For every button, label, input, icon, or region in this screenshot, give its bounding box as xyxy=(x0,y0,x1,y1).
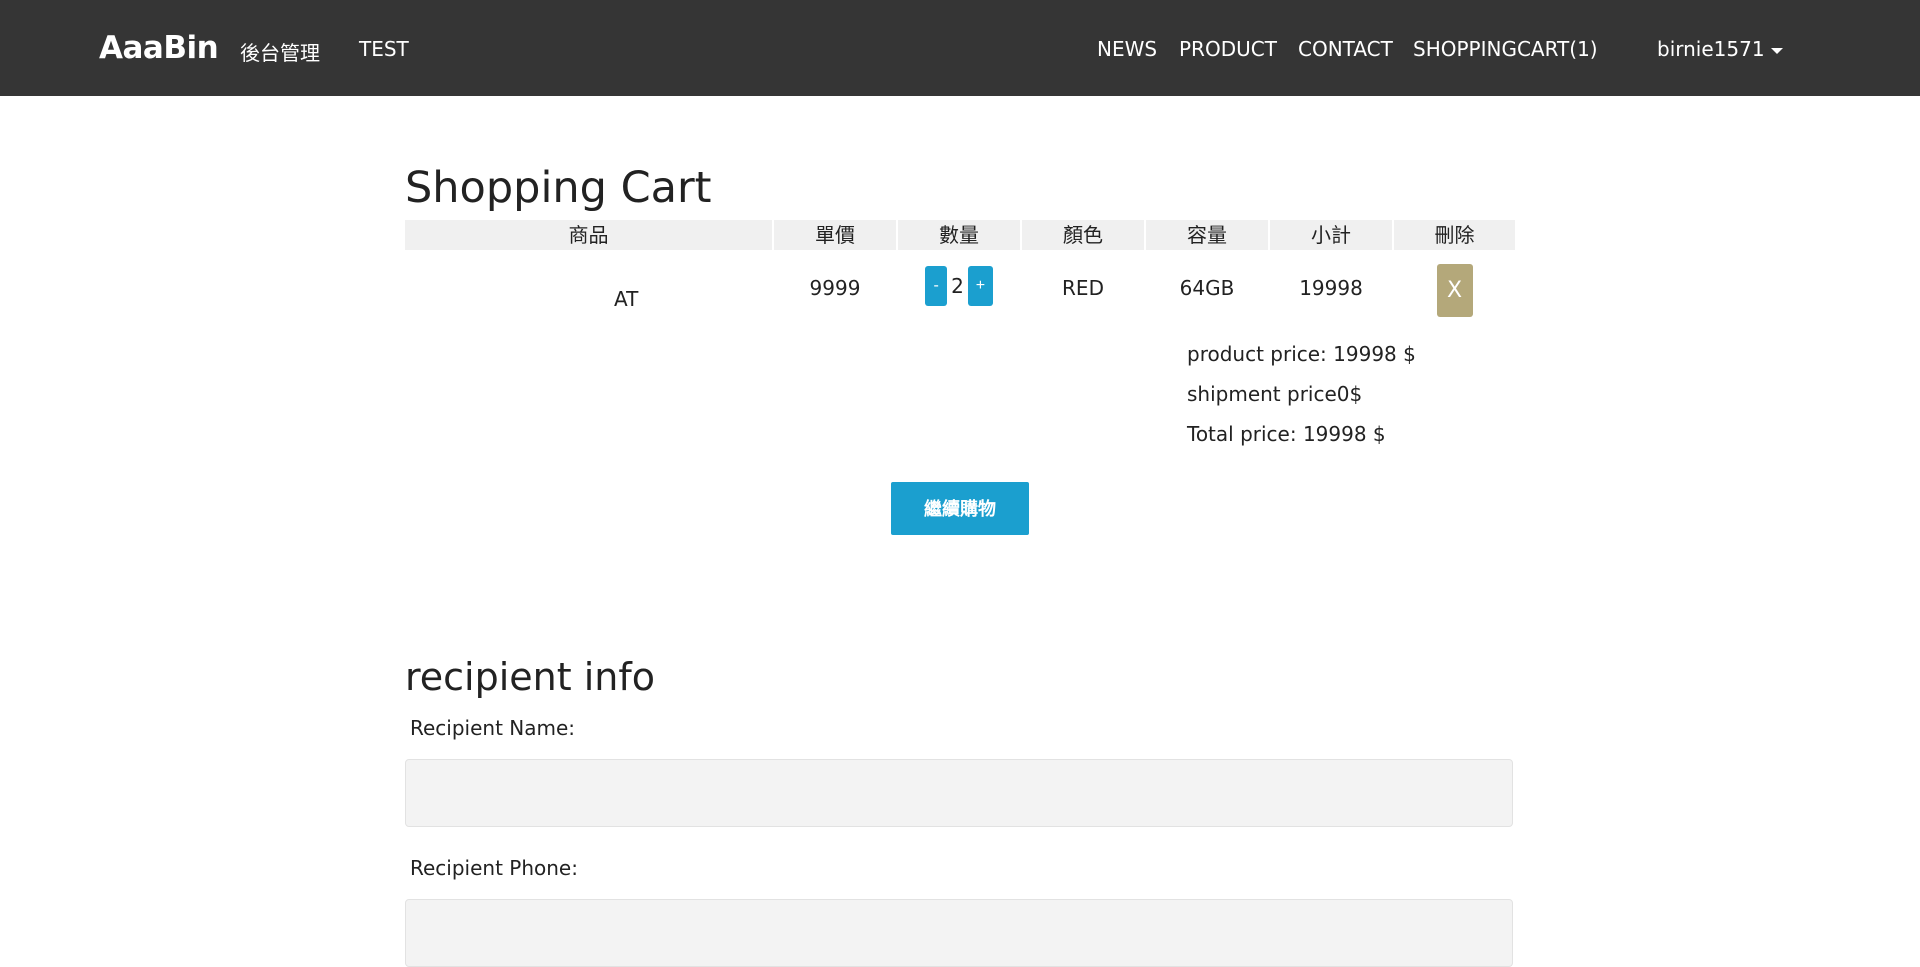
page-title: Shopping Cart xyxy=(405,163,712,213)
cell-delete: X xyxy=(1394,250,1515,330)
username: birnie1571 xyxy=(1657,37,1765,61)
nav-product[interactable]: PRODUCT xyxy=(1179,37,1277,61)
total-price-text: Total price: 19998 $ xyxy=(1187,422,1386,446)
header-delete: 刪除 xyxy=(1394,220,1515,250)
product-price-text: product price: 19998 $ xyxy=(1187,342,1416,366)
nav-shoppingcart[interactable]: SHOPPINGCART(1) xyxy=(1413,37,1598,61)
caret-down-icon xyxy=(1770,47,1783,54)
nav-admin[interactable]: 後台管理 xyxy=(240,37,320,66)
product-name: AT xyxy=(614,287,639,311)
delete-item-button[interactable]: X xyxy=(1436,264,1473,317)
recipient-phone-label: Recipient Phone: xyxy=(410,856,578,880)
nav-test[interactable]: TEST xyxy=(359,37,409,61)
quantity-decrease-button[interactable]: - xyxy=(925,266,948,306)
header-color: 顏色 xyxy=(1022,220,1144,250)
shipment-price-text: shipment price0$ xyxy=(1187,382,1363,406)
nav-news[interactable]: NEWS xyxy=(1097,37,1157,61)
cell-subtotal: 19998 xyxy=(1299,276,1363,300)
brand-logo[interactable]: AaaBin xyxy=(99,30,219,66)
continue-shopping-button[interactable]: 繼續購物 xyxy=(891,482,1029,535)
header-subtotal: 小計 xyxy=(1270,220,1392,250)
top-navbar: AaaBin 後台管理 TEST NEWS PRODUCT CONTACT SH… xyxy=(0,0,1920,96)
cell-product: AT xyxy=(405,250,772,330)
cart-table-header: 商品 單價 數量 顏色 容量 小計 刪除 xyxy=(405,220,1515,250)
recipient-name-input[interactable] xyxy=(405,759,1513,827)
cell-quantity: -2 + xyxy=(898,250,1020,330)
cell-capacity: 64GB xyxy=(1179,276,1235,300)
quantity-increase-button[interactable]: + xyxy=(967,266,993,306)
recipient-name-label: Recipient Name: xyxy=(410,716,576,740)
header-quantity: 數量 xyxy=(898,220,1020,250)
header-capacity: 容量 xyxy=(1146,220,1268,250)
recipient-phone-input[interactable] xyxy=(405,899,1513,967)
header-price: 單價 xyxy=(774,220,896,250)
nav-contact[interactable]: CONTACT xyxy=(1298,37,1393,61)
header-product: 商品 xyxy=(405,220,772,250)
quantity-value: 2 xyxy=(951,274,964,298)
cart-table: 商品 單價 數量 顏色 容量 小計 刪除 AT 9999 -2 + RED 64G… xyxy=(405,220,1515,330)
cell-price: 9999 xyxy=(809,276,861,300)
user-dropdown[interactable]: birnie1571 xyxy=(1657,37,1783,61)
recipient-info-title: recipient info xyxy=(405,655,656,699)
table-row: AT 9999 -2 + RED 64GB 19998 X xyxy=(405,250,1515,330)
cell-color: RED xyxy=(1062,276,1104,300)
